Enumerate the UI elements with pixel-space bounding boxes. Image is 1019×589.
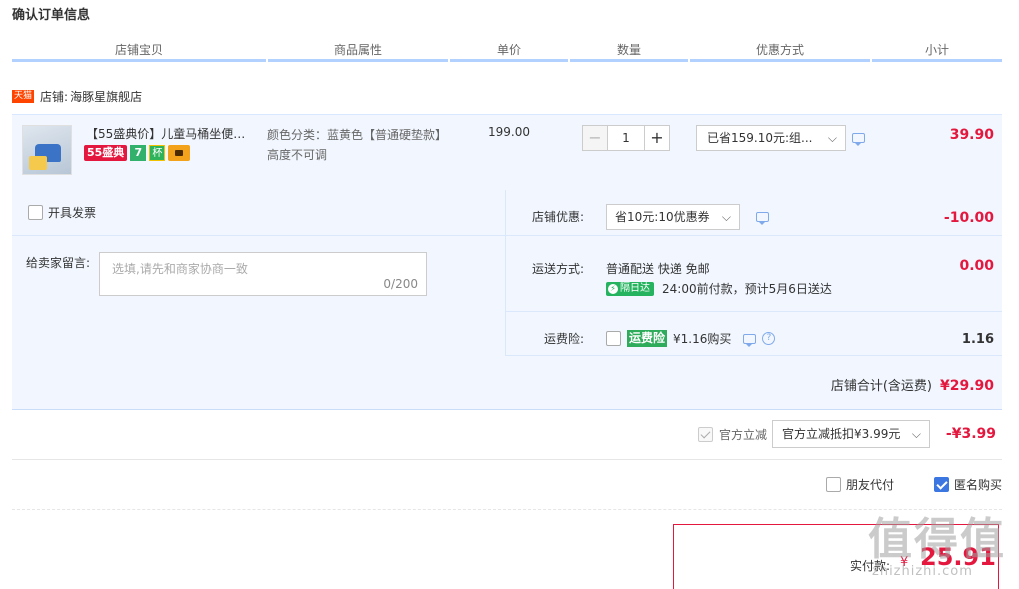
quantity-stepper: − 1 + xyxy=(582,125,670,151)
shop-total-value: ¥29.90 xyxy=(939,378,994,394)
column-header-item: 店铺宝贝 xyxy=(12,40,266,62)
friend-pay-checkbox[interactable] xyxy=(826,477,841,492)
shop-total: 店铺合计(含运费) ¥29.90 xyxy=(831,375,994,394)
unit-price: 199.00 xyxy=(488,125,530,139)
shop-name-link[interactable]: 海豚星旗舰店 xyxy=(70,88,142,105)
seven-day-return-icon: 7 xyxy=(130,145,147,161)
insurance-price: ¥1.16购买 xyxy=(673,332,732,346)
shipping-eta: ⚡ 隔日达 24:00前付款，预计5月6日送达 xyxy=(606,280,832,297)
column-header-attributes: 商品属性 xyxy=(268,40,448,62)
watermark-logo: 值得值 xyxy=(868,514,1006,565)
invoice-section: 开具发票 xyxy=(12,190,505,236)
shipping-amount: 0.00 xyxy=(959,258,994,274)
official-discount-select[interactable]: 官方立减抵扣¥3.99元 ⌵ xyxy=(772,420,930,448)
invoice-label: 开具发票 xyxy=(48,206,97,220)
column-header-quantity: 数量 xyxy=(570,40,688,62)
official-discount-toggle[interactable]: 官方立减 xyxy=(698,426,767,443)
next-day-badge-label: 隔日达 xyxy=(620,282,650,294)
insurance-checkbox[interactable] xyxy=(606,331,621,346)
friend-pay-label: 朋友代付 xyxy=(846,478,895,492)
insurance-label: 运费险: xyxy=(543,332,584,346)
product-title-link[interactable]: 【55盛典价】儿童马桶坐便器... xyxy=(86,125,256,142)
shop-coupon-select[interactable]: 省10元:10优惠券 ⌵ xyxy=(606,204,740,230)
official-discount-row: 官方立减 官方立减抵扣¥3.99元 ⌵ -¥3.99 xyxy=(12,410,1002,460)
anonymous-purchase-checkbox[interactable] xyxy=(934,477,949,492)
insurance-amount: 1.16 xyxy=(961,332,994,347)
tmall-badge-icon: 天猫 xyxy=(12,90,35,103)
official-discount-value: 官方立减抵扣¥3.99元 xyxy=(782,427,901,441)
order-item-row: 【55盛典价】儿童马桶坐便器... 55盛典 7 杯 颜色分类：蓝黄色【普通硬垫… xyxy=(12,114,1002,190)
shop-coupon-row: 店铺优惠: 省10元:10优惠券 ⌵ -10.00 xyxy=(506,190,1002,236)
festival-55-tag: 55盛典 xyxy=(84,145,128,161)
chevron-down-icon: ⌵ xyxy=(827,131,837,145)
invoice-checkbox-row[interactable]: 开具发票 xyxy=(28,204,96,221)
shipping-label: 运送方式: xyxy=(531,262,584,276)
column-header-discount: 优惠方式 xyxy=(690,40,870,62)
shop-coupon-label: 店铺优惠: xyxy=(531,210,584,224)
insurance-badge: 运费险 xyxy=(627,330,668,347)
friend-pay-option[interactable]: 朋友代付 xyxy=(826,476,894,493)
watermark-url: zhizhizhi.com xyxy=(872,564,973,579)
shipping-method: 普通配送 快递 免邮 xyxy=(606,262,710,276)
anonymous-purchase-label: 匿名购买 xyxy=(954,478,1003,492)
chat-bubble-icon[interactable] xyxy=(852,133,865,146)
shop-coupon-amount: -10.00 xyxy=(943,210,994,226)
trophy-cup-icon: 杯 xyxy=(149,145,166,161)
page-title: 确认订单信息 xyxy=(12,8,91,23)
chevron-down-icon: ⌵ xyxy=(911,427,921,441)
chat-bubble-icon[interactable] xyxy=(743,333,757,347)
seller-message-counter: 0/200 xyxy=(383,277,418,291)
item-subtotal: 39.90 xyxy=(949,127,994,143)
official-discount-checkbox[interactable] xyxy=(698,427,713,442)
help-question-icon[interactable]: ? xyxy=(762,332,776,345)
shop-label: 店铺: xyxy=(40,90,69,104)
table-header: 店铺宝贝 商品属性 单价 数量 优惠方式 小计 xyxy=(12,40,1002,62)
promo-tags: 55盛典 7 杯 xyxy=(84,145,191,161)
seller-message-placeholder: 选填,请先和商家协商一致 xyxy=(112,262,248,276)
column-header-unit-price: 单价 xyxy=(450,40,568,62)
official-discount-label: 官方立减 xyxy=(719,428,768,442)
quantity-input[interactable]: 1 xyxy=(608,125,644,151)
seller-message-textarea[interactable]: 选填,请先和商家协商一致 0/200 xyxy=(99,252,427,296)
product-thumbnail[interactable] xyxy=(22,125,72,175)
quantity-decrease-button[interactable]: − xyxy=(582,125,608,151)
shop-total-label: 店铺合计(含运费) xyxy=(830,379,932,394)
discount-method-value: 已省159.10元:组... xyxy=(707,131,813,145)
order-details-panel: 开具发票 给卖家留言: 选填,请先和商家协商一致 0/200 店铺优惠: 省10… xyxy=(12,190,1002,410)
discount-method-select[interactable]: 已省159.10元:组... ⌵ xyxy=(696,125,846,151)
shipping-note: 24:00前付款，预计5月6日送达 xyxy=(662,282,832,296)
chat-bubble-icon[interactable] xyxy=(756,212,769,225)
step-stool-graphic xyxy=(29,156,47,170)
insurance-option: 运费险 ¥1.16购买 ? xyxy=(606,330,776,347)
product-attribute-height: 高度不可调 xyxy=(267,148,328,162)
seller-message-label: 给卖家留言: xyxy=(26,256,91,270)
invoice-checkbox[interactable] xyxy=(28,205,43,220)
quantity-increase-button[interactable]: + xyxy=(644,125,670,151)
lightning-icon: ⚡ xyxy=(608,283,618,294)
product-attribute-color: 颜色分类：蓝黄色【普通硬垫款】 xyxy=(267,128,448,142)
credit-card-icon xyxy=(168,145,191,161)
shipping-row: 运送方式: 0.00 xyxy=(506,236,1002,312)
next-day-badge: ⚡ 隔日达 xyxy=(606,281,654,296)
payment-options-row: 朋友代付 匿名购买 xyxy=(12,460,1002,510)
column-header-subtotal: 小计 xyxy=(872,40,1002,62)
anonymous-purchase-option[interactable]: 匿名购买 xyxy=(934,476,1002,493)
shop-line: 天猫 店铺: 海豚星旗舰店 xyxy=(12,88,142,105)
chevron-down-icon: ⌵ xyxy=(721,210,731,224)
official-discount-amount: -¥3.99 xyxy=(945,426,996,442)
shop-coupon-value: 省10元:10优惠券 xyxy=(615,210,710,224)
